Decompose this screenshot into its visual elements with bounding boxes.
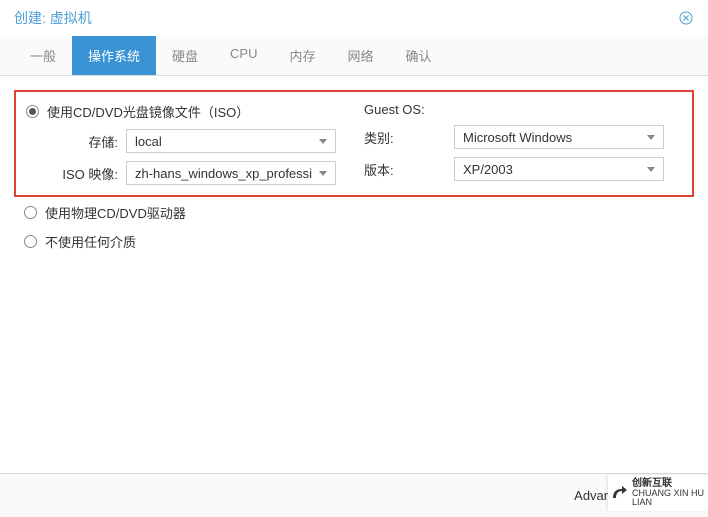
version-label: 版本: [364, 160, 454, 179]
wizard-tabs: 一般 操作系统 硬盘 CPU 内存 网络 确认 [0, 36, 708, 76]
iso-group-highlight: 使用CD/DVD光盘镜像文件（ISO） 存储: local ISO 映像: zh… [14, 90, 694, 197]
wizard-footer: Advanced 返 [0, 473, 708, 517]
iso-value: zh-hans_windows_xp_professi [135, 166, 312, 181]
brand-icon [608, 483, 628, 503]
dialog-header: 创建: 虚拟机 [0, 0, 708, 36]
tab-memory[interactable]: 内存 [274, 36, 332, 75]
storage-value: local [135, 134, 162, 149]
tab-general[interactable]: 一般 [14, 36, 72, 75]
radio-physical[interactable] [24, 206, 37, 219]
wizard-body: 使用CD/DVD光盘镜像文件（ISO） 存储: local ISO 映像: zh… [0, 76, 708, 273]
type-value: Microsoft Windows [463, 130, 572, 145]
type-select[interactable]: Microsoft Windows [454, 125, 664, 149]
version-value: XP/2003 [463, 162, 513, 177]
tab-os[interactable]: 操作系统 [72, 36, 156, 75]
iso-select[interactable]: zh-hans_windows_xp_professi [126, 161, 336, 185]
radio-physical-label: 使用物理CD/DVD驱动器 [45, 203, 186, 222]
type-label: 类别: [364, 128, 454, 147]
storage-select[interactable]: local [126, 129, 336, 153]
brand-watermark: 创新互联 CHUANG XIN HU LIAN [608, 475, 708, 511]
tab-cpu[interactable]: CPU [214, 36, 273, 75]
version-select[interactable]: XP/2003 [454, 157, 664, 181]
close-icon[interactable] [678, 10, 694, 26]
tab-network[interactable]: 网络 [332, 36, 390, 75]
guest-os-label: Guest OS: [364, 102, 425, 117]
brand-en: CHUANG XIN HU LIAN [632, 489, 708, 507]
iso-label: ISO 映像: [26, 164, 126, 183]
radio-none[interactable] [24, 235, 37, 248]
dialog-title: 创建: 虚拟机 [14, 8, 92, 28]
tab-confirm[interactable]: 确认 [390, 36, 448, 75]
storage-label: 存储: [26, 132, 126, 151]
tab-hdd[interactable]: 硬盘 [156, 36, 214, 75]
radio-iso[interactable] [26, 105, 39, 118]
radio-iso-label: 使用CD/DVD光盘镜像文件（ISO） [47, 102, 249, 121]
radio-none-label: 不使用任何介质 [45, 232, 136, 251]
